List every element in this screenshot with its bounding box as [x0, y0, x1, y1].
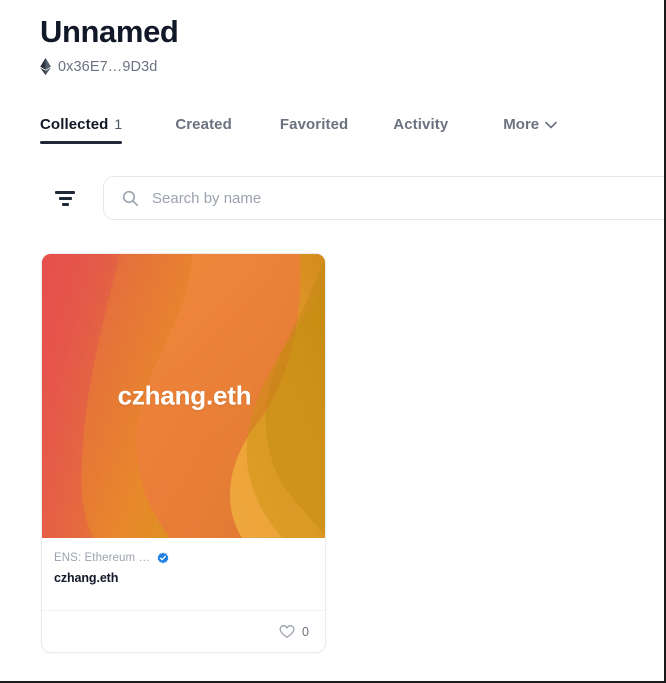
artwork-label: czhang.eth — [117, 380, 252, 411]
tab-label: Favorited — [279, 116, 349, 133]
nft-info: ENS: Ethereum … czhang.eth — [42, 538, 325, 610]
nft-card[interactable]: czhang.eth ENS: Ethereum … czhang.eth 0 — [41, 253, 326, 653]
nft-grid: czhang.eth ENS: Ethereum … czhang.eth 0 — [41, 253, 326, 653]
search-icon — [122, 190, 139, 206]
tab-label: Collected — [40, 116, 109, 133]
heart-icon[interactable] — [279, 624, 295, 639]
more-label: More — [503, 116, 540, 133]
tab-favorited[interactable]: Favorited — [280, 116, 348, 151]
tab-created[interactable]: Created — [175, 116, 232, 151]
search-box[interactable] — [103, 176, 664, 220]
filter-icon[interactable] — [50, 183, 80, 213]
collection-name: ENS: Ethereum … — [54, 552, 151, 564]
profile-tabs: Collected 1 Created Favorited Activity M… — [40, 116, 660, 156]
nft-name: czhang.eth — [54, 571, 119, 585]
wallet-address: 0x36E7…9D3d — [58, 58, 158, 75]
chevron-down-icon — [545, 121, 557, 128]
search-input[interactable] — [152, 177, 664, 219]
wallet-address-row[interactable]: 0x36E7…9D3d — [40, 58, 178, 75]
tab-label: Created — [175, 116, 232, 133]
nft-card-footer: 0 — [42, 610, 325, 652]
profile-header: Unnamed 0x36E7…9D3d — [40, 12, 179, 75]
search-toolbar — [50, 176, 664, 220]
profile-page: Unnamed 0x36E7…9D3d Collected 1 Created … — [0, 0, 666, 683]
filter-bar-middle — [58, 196, 72, 200]
page-title: Unnamed — [40, 14, 179, 49]
collection-row[interactable]: ENS: Ethereum … — [54, 552, 313, 564]
tab-activity[interactable]: Activity — [393, 116, 448, 151]
tab-count: 1 — [114, 116, 123, 132]
verified-badge-icon — [157, 552, 169, 564]
nft-artwork[interactable]: czhang.eth — [42, 254, 325, 538]
filter-bar-top — [55, 190, 75, 194]
ethereum-diamond-icon — [40, 58, 51, 75]
filter-bar-bottom — [61, 202, 69, 206]
like-count: 0 — [302, 624, 309, 639]
tab-more-dropdown[interactable]: More — [503, 116, 557, 151]
tab-label: Activity — [393, 116, 449, 133]
tab-collected[interactable]: Collected 1 — [40, 116, 123, 151]
